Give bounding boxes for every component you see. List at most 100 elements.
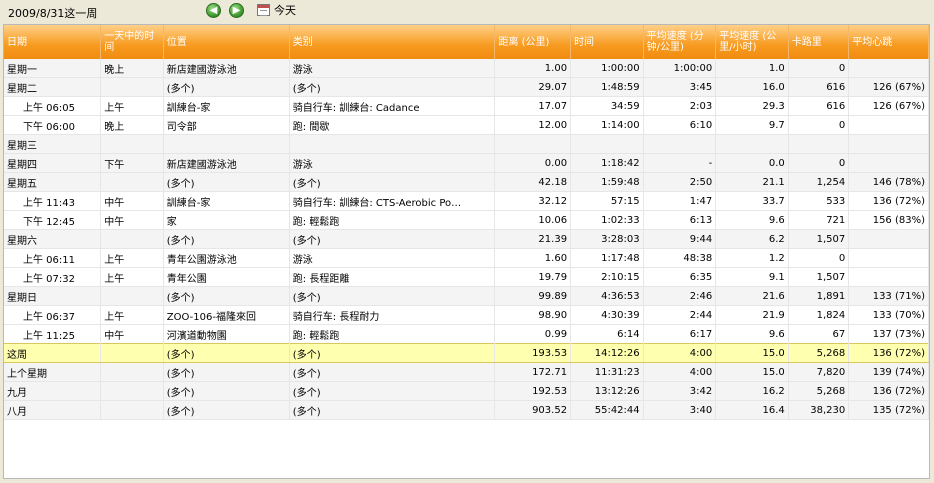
table-row[interactable]: 九月 (多个) (多个) 192.53 13:12:26 3:42 16.2 5,268 136… bbox=[4, 381, 929, 401]
table-body: 星期一 晚上 新店建國游泳池 游泳 1.00 1:00:00 1:00:00 1.0 0 星期二 (… bbox=[4, 59, 929, 420]
cell-date: 星期日 bbox=[4, 286, 102, 306]
column-header-time-of-day[interactable]: 一天中的时间 bbox=[100, 25, 164, 59]
previous-week-button[interactable]: ◀ bbox=[206, 3, 221, 18]
table-row[interactable]: 星期五 (多个) (多个) 42.18 1:59:48 2:50 21.1 1,254 146 … bbox=[4, 172, 929, 192]
cell-distance: 99.89 bbox=[494, 286, 572, 306]
cell-location: 司令部 bbox=[163, 115, 290, 135]
cell-time-of-day bbox=[100, 172, 164, 192]
table-row[interactable]: 上个星期 (多个) (多个) 172.71 11:31:23 4:00 15.0 7,820 1… bbox=[4, 362, 929, 382]
cell-speed: 16.2 bbox=[715, 381, 789, 401]
cell-speed: 21.9 bbox=[715, 305, 789, 325]
activity-row[interactable]: 下午 12:45 中午家跑: 輕鬆跑 10.06 1:02:33 6:13 9.6 721 1… bbox=[4, 210, 929, 230]
cell-category: (多个) bbox=[289, 400, 496, 420]
cell-distance: 29.07 bbox=[494, 77, 572, 97]
activity-row[interactable]: 上午 06:05 上午 訓練台-家 骑自行车: 訓練台: Cadance 17.07 34… bbox=[4, 96, 929, 116]
cell-location bbox=[163, 134, 290, 154]
cell-speed: 21.6 bbox=[715, 286, 789, 306]
cell-category: (多个) bbox=[289, 77, 496, 97]
cell-distance: 903.52 bbox=[494, 400, 572, 420]
table-row[interactable]: 星期四 下午 新店建國游泳池 游泳 0.00 1:18:42-0.0 0 bbox=[4, 153, 929, 173]
cell-date: 星期二 bbox=[4, 77, 102, 97]
table-row[interactable]: 星期日 (多个) (多个) 99.89 4:36:53 2:46 21.6 1,891 133 … bbox=[4, 286, 929, 306]
column-header-calories[interactable]: 卡路里 bbox=[788, 25, 850, 59]
cell-category: 跑: 輕鬆跑 bbox=[289, 210, 496, 230]
cell-calories: 67 bbox=[788, 324, 850, 344]
current-week-row[interactable]: 这周 (多个) (多个) 193.53 14:12:26 4:00 15.0 5,268 136… bbox=[4, 343, 929, 363]
cell-location: 青年公園游泳池 bbox=[163, 248, 290, 268]
table-row[interactable]: 星期一 晚上 新店建國游泳池 游泳 1.00 1:00:00 1:00:00 1.0 0 bbox=[4, 59, 929, 78]
cell-category: 骑自行车: 長程耐力 bbox=[289, 305, 496, 325]
column-header-duration[interactable]: 时间 bbox=[570, 25, 644, 59]
column-header-pace[interactable]: 平均速度 (分钟/公里) bbox=[643, 25, 717, 59]
cell-duration: 1:17:48 bbox=[570, 248, 644, 268]
cell-avg-heart-rate bbox=[848, 115, 929, 135]
column-header-category[interactable]: 类别 bbox=[289, 25, 496, 59]
activity-row[interactable]: 下午 06:00 晚上 司令部 跑: 間歇 12.00 1:14:00 6:10 9.7 0 bbox=[4, 115, 929, 135]
cell-duration: 1:59:48 bbox=[570, 172, 644, 192]
cell-pace: 6:35 bbox=[643, 267, 717, 287]
cell-avg-heart-rate: 136 (72%) bbox=[848, 381, 929, 401]
cell-pace: 4:00 bbox=[643, 362, 717, 382]
cell-date: 星期六 bbox=[4, 229, 102, 249]
activity-row[interactable]: 上午 06:11 上午 青年公園游泳池 游泳 1.60 1:17:48 48:38 1.2 0 bbox=[4, 248, 929, 268]
column-header-date[interactable]: 日期 bbox=[4, 25, 102, 59]
column-header-speed[interactable]: 平均速度 (公里/小时) bbox=[715, 25, 789, 59]
cell-speed: 0.0 bbox=[715, 153, 789, 173]
cell-duration: 57:15 bbox=[570, 191, 644, 211]
cell-distance: 17.07 bbox=[494, 96, 572, 116]
cell-pace: 48:38 bbox=[643, 248, 717, 268]
cell-time-of-day bbox=[100, 134, 164, 154]
activity-row[interactable]: 上午 07:32 上午 青年公園 跑: 長程距離 19.79 2:10:15 6:35 9.1… bbox=[4, 267, 929, 287]
cell-duration: 4:30:39 bbox=[570, 305, 644, 325]
cell-duration: 6:14 bbox=[570, 324, 644, 344]
cell-category: (多个) bbox=[289, 286, 496, 306]
cell-calories: 0 bbox=[788, 59, 850, 78]
next-week-button[interactable]: ▶ bbox=[229, 3, 244, 18]
cell-distance: 172.71 bbox=[494, 362, 572, 382]
cell-calories: 616 bbox=[788, 77, 850, 97]
today-button[interactable]: 今天 bbox=[274, 2, 296, 18]
cell-date: 星期四 bbox=[4, 153, 102, 173]
cell-category: 游泳 bbox=[289, 153, 496, 173]
table-row[interactable]: 八月 (多个) (多个) 903.52 55:42:44 3:40 16.4 38,230 13… bbox=[4, 400, 929, 420]
cell-category: 游泳 bbox=[289, 248, 496, 268]
activity-row[interactable]: 上午 11:43 中午 訓練台-家 骑自行车: 訓練台: CTS-Aerobic Po… bbox=[4, 191, 929, 211]
column-header-location[interactable]: 位置 bbox=[163, 25, 290, 59]
cell-speed: 1.0 bbox=[715, 59, 789, 78]
column-header-distance[interactable]: 距离 (公里) bbox=[494, 25, 572, 59]
table-row[interactable]: 星期二 (多个) (多个) 29.07 1:48:59 3:45 16.0 616 126 (6… bbox=[4, 77, 929, 97]
cell-duration: 4:36:53 bbox=[570, 286, 644, 306]
cell-time-of-day: 上午 bbox=[100, 305, 164, 325]
cell-date: 下午 12:45 bbox=[4, 210, 102, 230]
column-header-avg-heart-rate[interactable]: 平均心跳 bbox=[848, 25, 929, 59]
cell-date: 上午 06:11 bbox=[4, 248, 102, 268]
cell-time-of-day: 中午 bbox=[100, 210, 164, 230]
cell-distance bbox=[494, 134, 572, 154]
activity-row[interactable]: 上午 11:25 中午 河濱道動物園 跑: 輕鬆跑 0.99 6:14 6:17 9.6 67 1… bbox=[4, 324, 929, 344]
cell-calories: 1,507 bbox=[788, 229, 850, 249]
cell-date: 上个星期 bbox=[4, 362, 102, 382]
cell-category: (多个) bbox=[289, 362, 496, 382]
table-row[interactable]: 星期六 (多个) (多个) 21.39 3:28:03 9:44 6.2 1,507 bbox=[4, 229, 929, 249]
cell-distance: 0.00 bbox=[494, 153, 572, 173]
cell-speed: 16.0 bbox=[715, 77, 789, 97]
cell-avg-heart-rate bbox=[848, 134, 929, 154]
table-row[interactable]: 星期三 bbox=[4, 134, 929, 154]
cell-location: 河濱道動物園 bbox=[163, 324, 290, 344]
cell-date: 上午 07:32 bbox=[4, 267, 102, 287]
cell-duration: 2:10:15 bbox=[570, 267, 644, 287]
cell-calories: 5,268 bbox=[788, 381, 850, 401]
cell-speed: 29.3 bbox=[715, 96, 789, 116]
cell-distance: 192.53 bbox=[494, 381, 572, 401]
cell-avg-heart-rate bbox=[848, 267, 929, 287]
activity-row[interactable]: 上午 06:37 上午 ZOO-106-福隆來回 骑自行车: 長程耐力 98.90 4:3… bbox=[4, 305, 929, 325]
cell-calories: 1,824 bbox=[788, 305, 850, 325]
cell-category bbox=[289, 134, 496, 154]
cell-time-of-day bbox=[100, 362, 164, 382]
cell-date: 星期三 bbox=[4, 134, 102, 154]
cell-time-of-day bbox=[100, 286, 164, 306]
cell-location: 青年公園 bbox=[163, 267, 290, 287]
calendar-icon[interactable] bbox=[257, 4, 270, 16]
cell-date: 上午 11:25 bbox=[4, 324, 102, 344]
cell-time-of-day: 晚上 bbox=[100, 59, 164, 78]
